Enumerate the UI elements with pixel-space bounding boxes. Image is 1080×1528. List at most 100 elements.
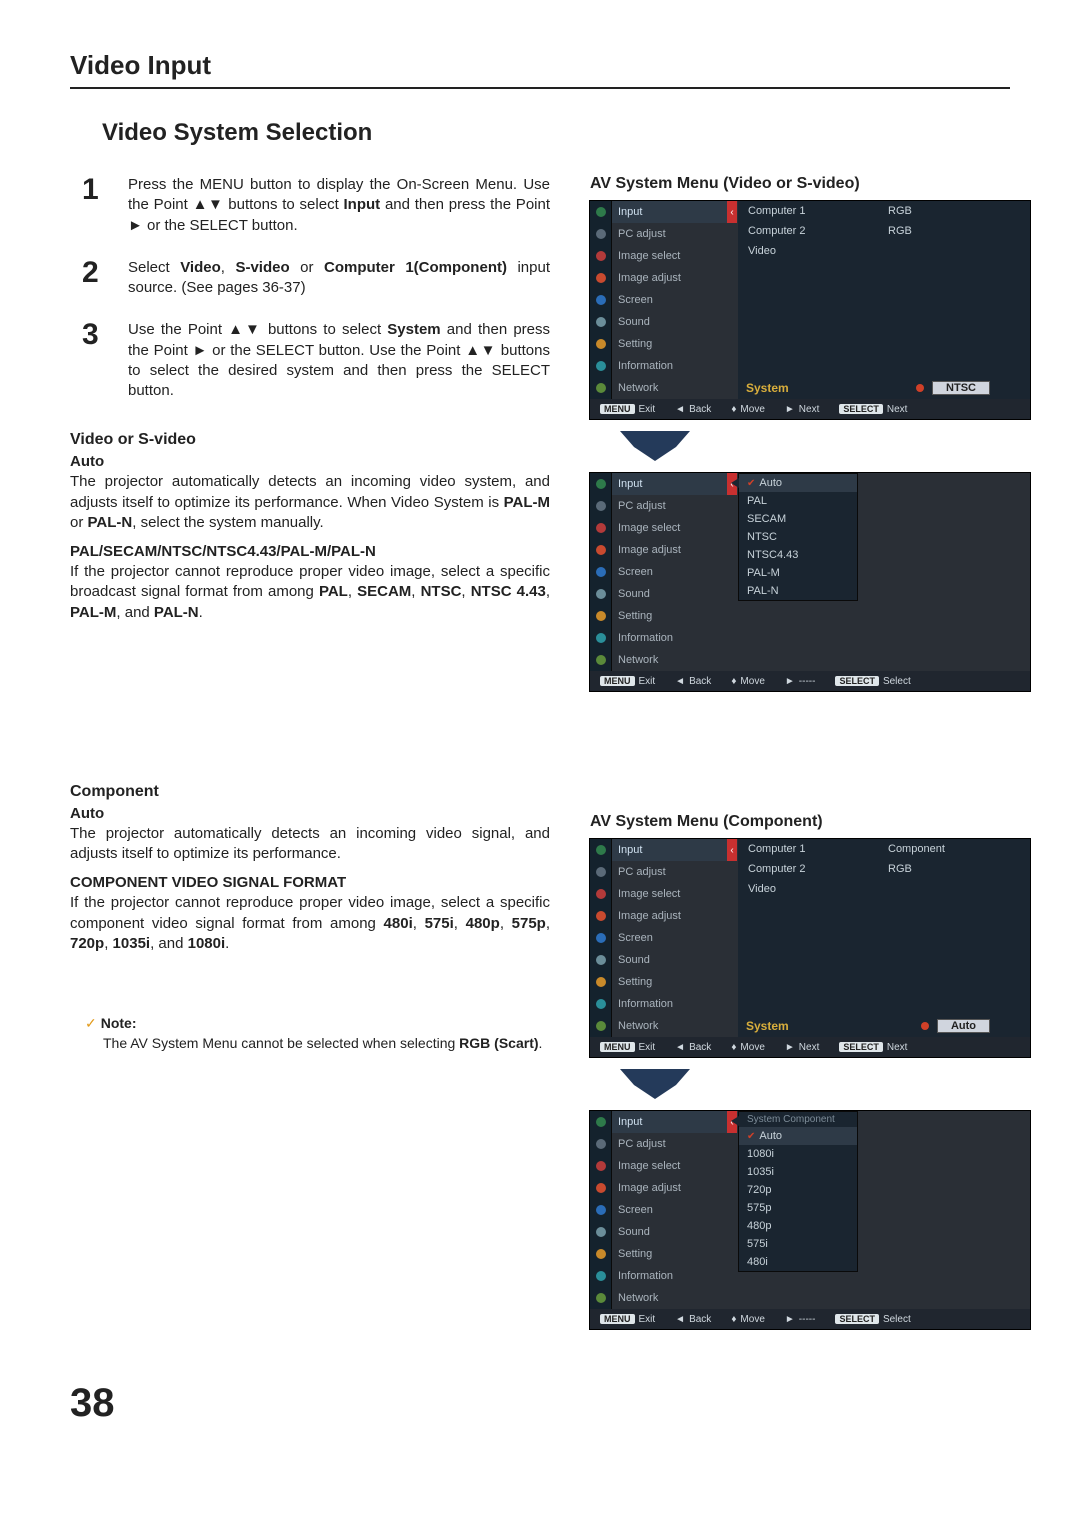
osm-menu-label: Network bbox=[612, 1287, 727, 1309]
menu-item-icon bbox=[590, 649, 612, 671]
menu-item-icon bbox=[590, 561, 612, 583]
dropdown-label: Auto bbox=[759, 477, 782, 489]
osm-bottombar: MENUExit◄Back♦Move►NextSELECTNext bbox=[590, 399, 1030, 419]
menu-item-icon bbox=[590, 605, 612, 627]
bottombar-label: Select bbox=[883, 676, 911, 687]
formats-label: PAL/SECAM/NTSC/NTSC4.43/PAL-M/PAL-N bbox=[70, 543, 550, 560]
key-chip-icon: SELECT bbox=[839, 404, 883, 414]
dropdown-label: NTSC4.43 bbox=[747, 549, 798, 561]
key-chip-icon: MENU bbox=[600, 1042, 635, 1052]
osm-menu-label: PC adjust bbox=[612, 223, 727, 245]
osm-menu-label: Setting bbox=[612, 971, 727, 993]
input-name: Computer 1 bbox=[748, 843, 888, 855]
osm-bottombar-item: MENU Exit bbox=[590, 404, 665, 415]
osm-video-menu-1: Input‹PC adjustImage selectImage adjustS… bbox=[590, 201, 1030, 419]
osm-dropdown-item: 1035i bbox=[739, 1163, 857, 1181]
bottombar-label: Move bbox=[740, 1314, 764, 1325]
dropdown-label: 1035i bbox=[747, 1166, 774, 1178]
menu-item-icon bbox=[590, 1221, 612, 1243]
osm-dropdown-item: NTSC4.43 bbox=[739, 546, 857, 564]
component-formats-text: If the projector cannot reproduce proper… bbox=[70, 893, 550, 954]
menu-item-icon bbox=[590, 583, 612, 605]
menu-item-icon bbox=[590, 1177, 612, 1199]
menu-item-icon bbox=[590, 311, 612, 333]
osm-menu-label: Image adjust bbox=[612, 267, 727, 289]
bottombar-label: Exit bbox=[639, 1314, 656, 1325]
menu-item-icon bbox=[590, 993, 612, 1015]
osm-dropdown-item: 1080i bbox=[739, 1145, 857, 1163]
osm-menu-label: Image adjust bbox=[612, 1177, 727, 1199]
menu-item-icon bbox=[590, 1265, 612, 1287]
osm-component-menu-1: Input‹PC adjustImage selectImage adjustS… bbox=[590, 839, 1030, 1057]
osm-dropdown-item: 480p bbox=[739, 1217, 857, 1235]
dropdown-label: 720p bbox=[747, 1184, 771, 1196]
dropdown-label: PAL-N bbox=[747, 585, 779, 597]
dropdown-title: System Component bbox=[739, 1112, 857, 1127]
osm-menu-label: Information bbox=[612, 993, 727, 1015]
input-name: Computer 2 bbox=[748, 863, 888, 875]
bottombar-label: Exit bbox=[639, 404, 656, 415]
osm-menu-label: Input bbox=[612, 201, 727, 223]
menu-item-icon bbox=[590, 1015, 612, 1037]
menu-item-icon bbox=[590, 223, 612, 245]
selector-arrow-icon: ‹ bbox=[727, 201, 737, 223]
input-name: Computer 2 bbox=[748, 225, 888, 237]
osm-dropdown-item: NTSC bbox=[739, 528, 857, 546]
osm-system-dropdown: ✔AutoPALSECAMNTSCNTSC4.43PAL-MPAL-N bbox=[738, 473, 858, 601]
osm-menu-label: Image select bbox=[612, 883, 727, 905]
osm-menu-label: Screen bbox=[612, 289, 727, 311]
osm-bottombar: MENUExit◄Back♦Move►NextSELECTNext bbox=[590, 1037, 1030, 1057]
osm-menu-label: Image select bbox=[612, 1155, 727, 1177]
nav-symbol-icon: ► bbox=[785, 404, 795, 415]
dropdown-pointer-icon bbox=[731, 1116, 739, 1126]
osm-input-row: Computer 2RGB bbox=[738, 221, 1030, 241]
nav-symbol-icon: ► bbox=[785, 1042, 795, 1053]
osm-menu-label: Input bbox=[612, 839, 727, 861]
dropdown-label: SECAM bbox=[747, 513, 786, 525]
nav-symbol-icon: ◄ bbox=[675, 676, 685, 687]
key-chip-icon: MENU bbox=[600, 676, 635, 686]
bottombar-label: Back bbox=[689, 1314, 711, 1325]
osm-input-row: Video bbox=[738, 879, 1030, 899]
osm-dropdown-item: ✔Auto bbox=[739, 474, 857, 492]
osm-menu-label: Information bbox=[612, 355, 727, 377]
osm-menu-label: Image select bbox=[612, 245, 727, 267]
dropdown-label: 575p bbox=[747, 1202, 771, 1214]
osm-bottombar-item: ►Next bbox=[775, 404, 829, 415]
key-chip-icon: MENU bbox=[600, 404, 635, 414]
osm-input-row: Computer 1RGB bbox=[738, 201, 1030, 221]
indicator-dot-icon bbox=[921, 1022, 929, 1030]
osm-dropdown-item: PAL bbox=[739, 492, 857, 510]
osm-bottombar-item: SELECTSelect bbox=[825, 676, 920, 687]
key-chip-icon: MENU bbox=[600, 1314, 635, 1324]
osm-menu-item: Network bbox=[590, 649, 1030, 671]
osm-dropdown-item: 575p bbox=[739, 1199, 857, 1217]
checkmark-icon: ✔ bbox=[747, 1131, 755, 1142]
bottombar-label: Exit bbox=[639, 676, 656, 687]
component-auto-label: Auto bbox=[70, 805, 550, 822]
nav-symbol-icon: ► bbox=[785, 1314, 795, 1325]
bottombar-label: Move bbox=[740, 404, 764, 415]
component-auto-text: The projector automatically detects an i… bbox=[70, 824, 550, 865]
osm-input-row: Computer 2RGB bbox=[738, 859, 1030, 879]
menu-item-icon bbox=[590, 883, 612, 905]
arrow-down-icon bbox=[620, 1069, 1030, 1099]
dropdown-label: NTSC bbox=[747, 531, 777, 543]
osm-dropdown-item: SECAM bbox=[739, 510, 857, 528]
osm-bottombar-item: ◄Back bbox=[665, 1314, 721, 1325]
menu-item-icon bbox=[590, 949, 612, 971]
osm-title-video: AV System Menu (Video or S-video) bbox=[590, 175, 1030, 193]
osm-menu-label: Screen bbox=[612, 927, 727, 949]
menu-item-icon bbox=[590, 1287, 612, 1309]
bottombar-label: Exit bbox=[639, 1042, 656, 1053]
osm-video-menu-2: Input‹PC adjustImage selectImage adjustS… bbox=[590, 473, 1030, 691]
bottombar-label: Move bbox=[740, 676, 764, 687]
osm-system-dropdown: System Component ✔Auto1080i1035i720p575p… bbox=[738, 1111, 858, 1272]
bottombar-label: Back bbox=[689, 1042, 711, 1053]
osm-menu-label: PC adjust bbox=[612, 1133, 727, 1155]
indicator-dot-icon bbox=[916, 384, 924, 392]
menu-item-icon bbox=[590, 1155, 612, 1177]
step-number: 3 bbox=[82, 320, 110, 401]
input-name: Computer 1 bbox=[748, 205, 888, 217]
osm-menu-label: Setting bbox=[612, 1243, 727, 1265]
